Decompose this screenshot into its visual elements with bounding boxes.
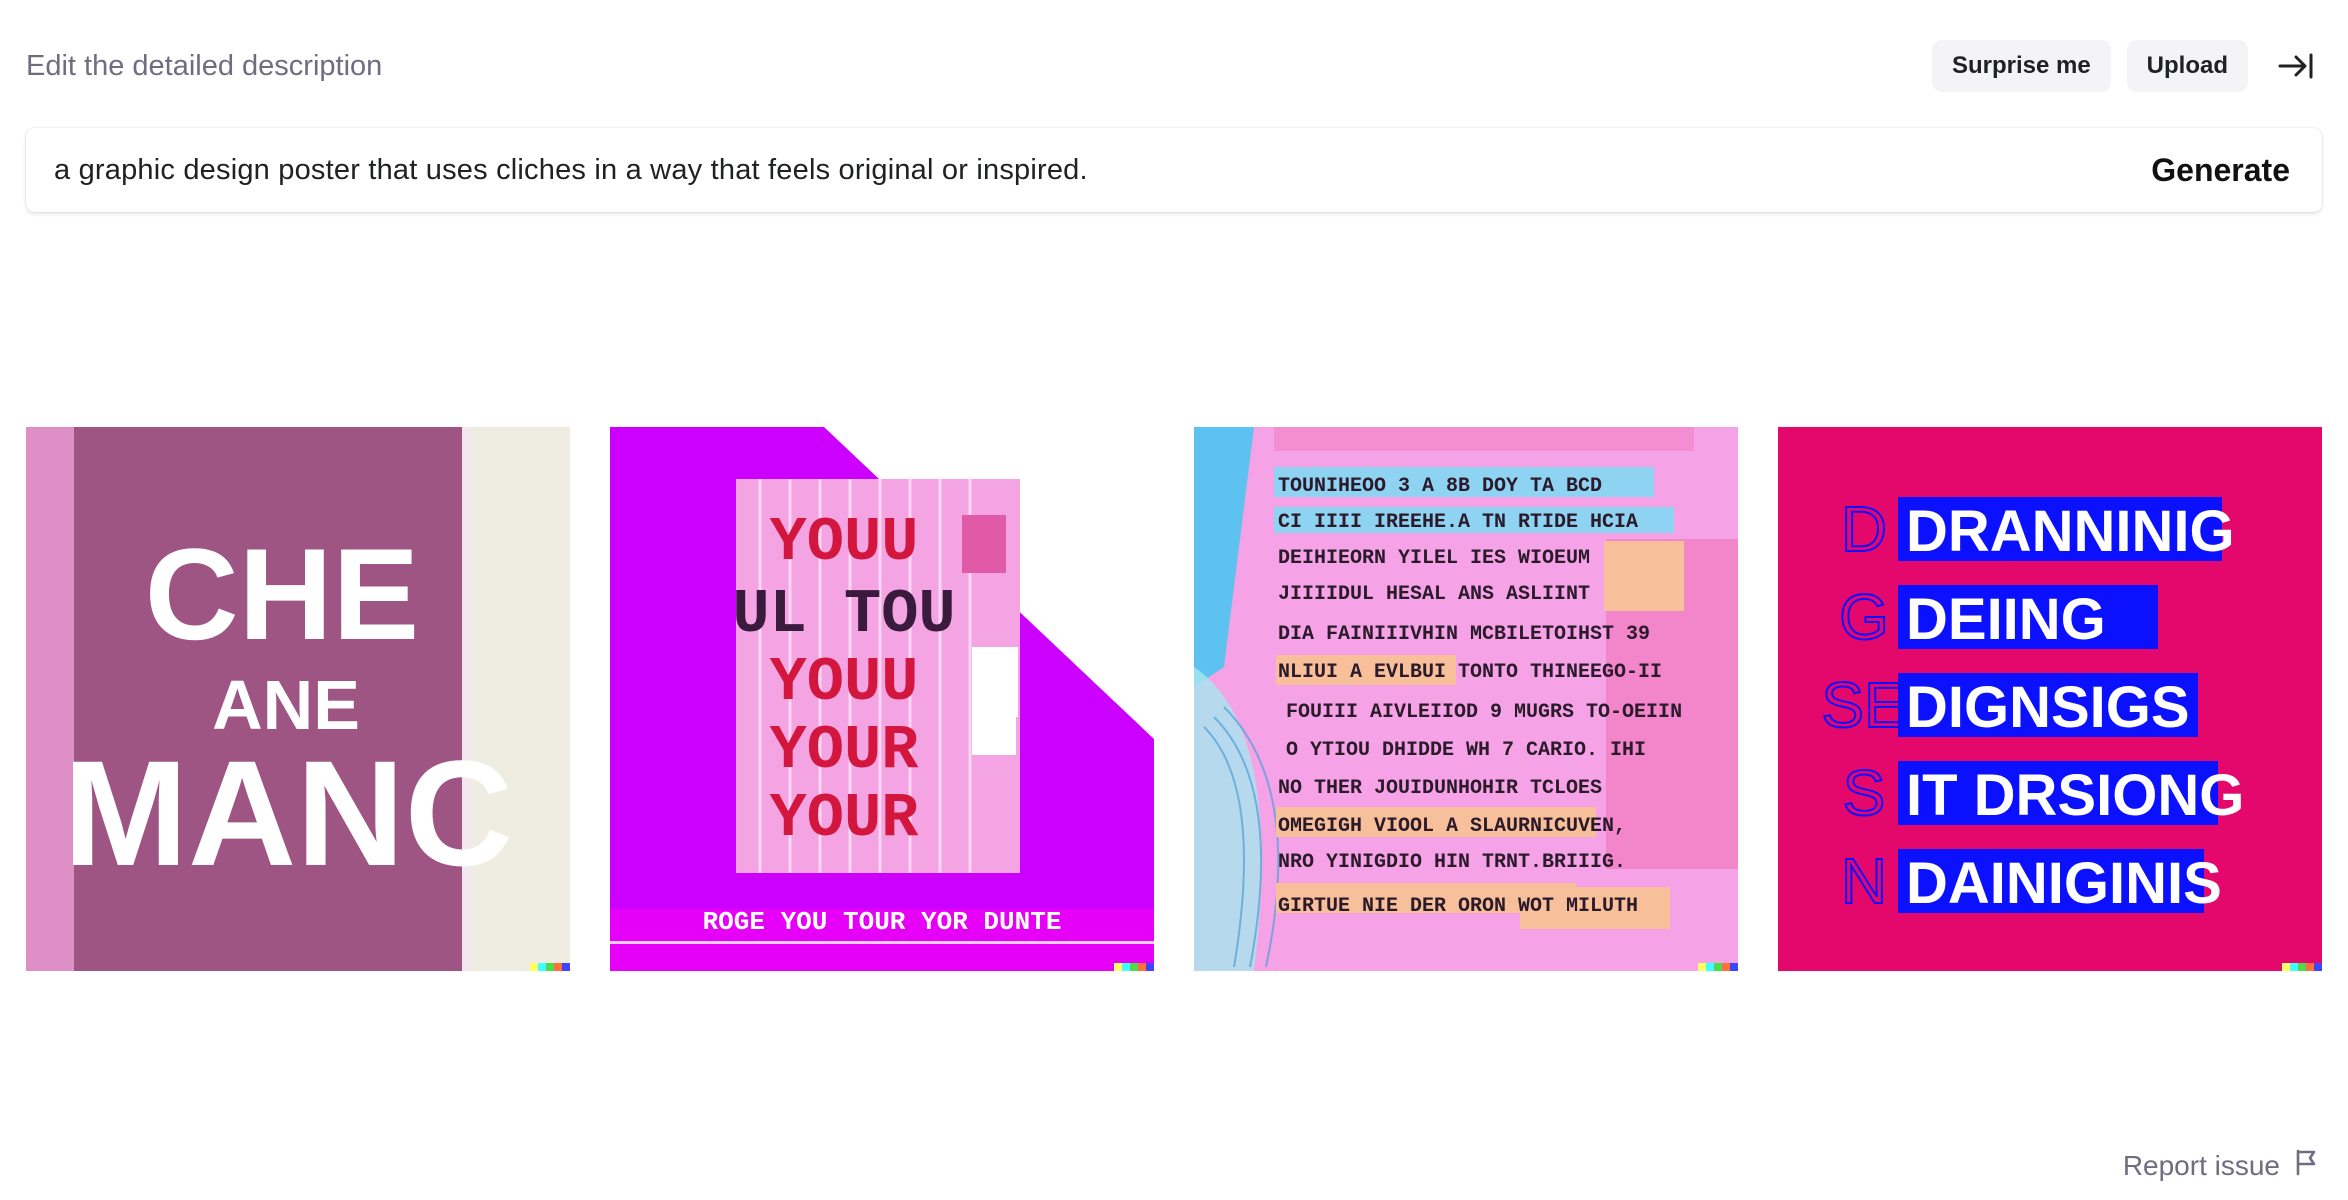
poster-4-line-5: DAINIGINIS	[1906, 851, 2222, 916]
poster-image-2: YOUU UL TOU YOUU YOUR YOUR ROGE YOU TOUR…	[610, 427, 1154, 971]
poster-3-line-8: O YTIOU DHIDDE WH 7 CARIO. IHI	[1286, 739, 1646, 762]
poster-4-line-2: DEIING	[1906, 587, 2106, 652]
poster-2-line-3: YOUU	[770, 647, 919, 718]
poster-image-4: D G SE S N DRANNINIG DEIING DIGNSIGS IT …	[1778, 427, 2322, 971]
result-image-3[interactable]: TOUNIHEOO 3 A 8B DOY TA BCD CI IIII IREE…	[1194, 427, 1738, 971]
results-gallery: CHE ANE MANC YOUU UL TOU YOUU YOUR YOUR …	[26, 427, 2322, 971]
prompt-input[interactable]: a graphic design poster that uses cliche…	[26, 154, 2151, 187]
poster-3-line-11: NRO YINIGDIO HIN TRNT.BRIIIG.	[1278, 851, 1626, 874]
poster-4-side-4: S	[1843, 757, 1886, 829]
poster-3-line-3: DEIHIEORN YILEL IES WIOEUM	[1278, 547, 1590, 570]
poster-3-line-4: JIIIIDUL HESAL ANS ASLIINT	[1278, 583, 1590, 606]
poster-4-line-1: DRANNINIG	[1906, 499, 2235, 564]
poster-4-line-4: IT DRSIONG	[1906, 763, 2244, 828]
poster-4-line-3: DIGNSIGS	[1906, 675, 2190, 740]
poster-2-line-4: YOUR	[770, 715, 920, 786]
report-issue-label: Report issue	[2122, 1149, 2280, 1181]
prompt-bar: a graphic design poster that uses cliche…	[26, 128, 2322, 212]
poster-3-line-12: GIRTUE NIE DER ORON WOT MILUTH	[1278, 895, 1638, 918]
poster-3-line-5: DIA FAINIIIVHIN MCBILETOIHST 39	[1278, 623, 1650, 646]
signature-strip	[530, 963, 570, 971]
surprise-me-button[interactable]: Surprise me	[1931, 40, 2111, 92]
result-image-2[interactable]: YOUU UL TOU YOUU YOUR YOUR ROGE YOU TOUR…	[610, 427, 1154, 971]
report-issue-link[interactable]: Report issue	[2123, 1148, 2320, 1183]
upload-button[interactable]: Upload	[2126, 40, 2248, 92]
poster-3-line-2: CI IIII IREEHE.A TN RTIDE HCIA	[1278, 511, 1638, 534]
poster-1-line-1: CHE	[145, 521, 419, 667]
poster-image-1: CHE ANE MANC	[26, 427, 570, 971]
result-image-4[interactable]: D G SE S N DRANNINIG DEIING DIGNSIGS IT …	[1778, 427, 2322, 971]
poster-3-line-6: NLIUI A EVLBUI TONTO THINEEGO-II	[1278, 661, 1662, 684]
header-actions: Surprise me Upload	[1931, 40, 2322, 92]
result-image-1[interactable]: CHE ANE MANC	[26, 427, 570, 971]
poster-4-side-3: SE	[1821, 669, 1906, 741]
signature-strip	[2282, 963, 2322, 971]
poster-3-line-9: NO THER JOUIDUNHOHIR TCLOES	[1278, 777, 1602, 800]
poster-3-line-7: FOUIII AIVLEIIOD 9 MUGRS TO-OEIIN	[1286, 701, 1682, 724]
poster-1-line-3: MANC	[63, 729, 513, 897]
edit-hint: Edit the detailed description	[26, 50, 383, 82]
generate-button[interactable]: Generate	[2151, 152, 2322, 189]
poster-2-caption: ROGE YOU TOUR YOR DUNTE	[703, 907, 1062, 937]
poster-2-line-2: UL TOU	[732, 579, 955, 650]
poster-3-line-1: TOUNIHEOO 3 A 8B DOY TA BCD	[1278, 475, 1602, 498]
poster-2-line-5: YOUR	[770, 783, 920, 854]
signature-strip	[1698, 963, 1738, 971]
top-bar: Edit the detailed description Surprise m…	[26, 36, 2322, 96]
poster-4-side-1: D	[1841, 493, 1887, 565]
poster-image-3: TOUNIHEOO 3 A 8B DOY TA BCD CI IIII IREE…	[1194, 427, 1738, 971]
arrow-right-to-line-icon[interactable]	[2270, 40, 2322, 92]
poster-3-line-10: OMEGIGH VIOOL A SLAURNICUVEN,	[1278, 815, 1626, 838]
poster-2-line-1: YOUU	[770, 507, 919, 578]
signature-strip	[1114, 963, 1154, 971]
flag-icon	[2292, 1148, 2320, 1183]
poster-4-side-5: N	[1841, 845, 1887, 917]
poster-4-side-2: G	[1839, 581, 1889, 653]
